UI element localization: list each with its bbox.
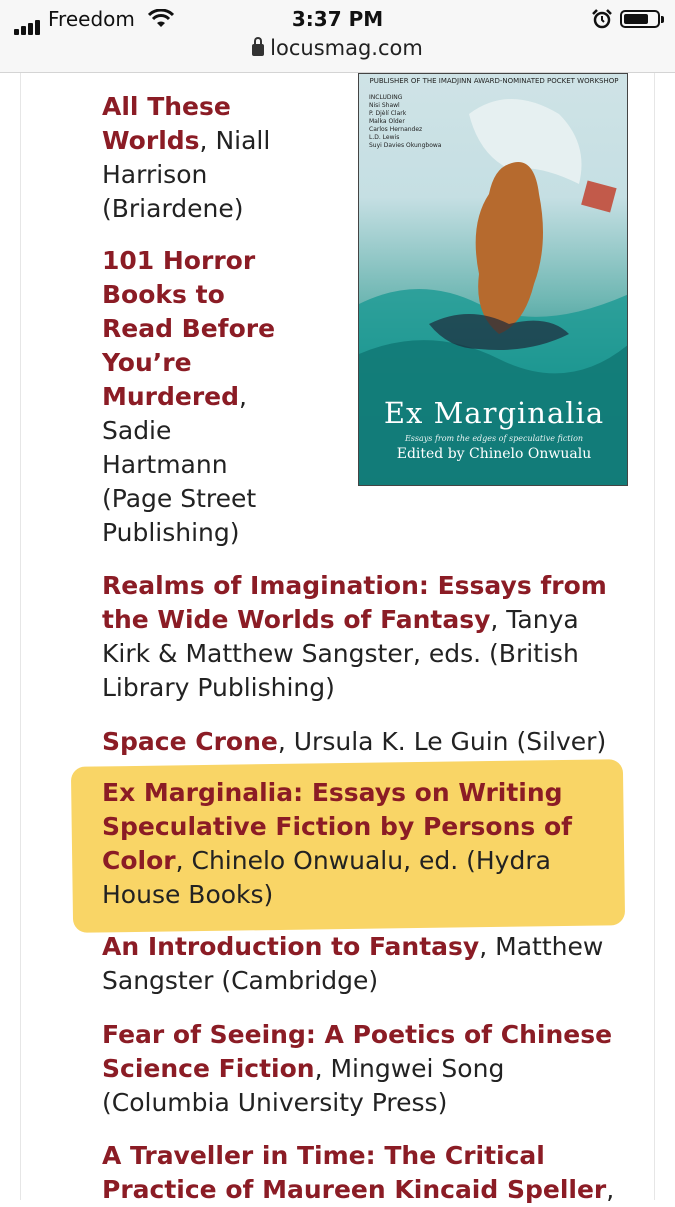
cover-publisher-line: PUBLISHER OF THE IMADJINN AWARD-NOMINATE… [369,77,619,85]
book-title-link[interactable]: 101 Horror Books to Read Before You’re M… [102,246,275,411]
cover-contributors: INCLUDING Nisi Shawl P. Djèlí Clark Malk… [369,94,442,149]
list-item: A Traveller in Time: The Critical Practi… [102,1141,615,1204]
book-title-link[interactable]: Space Crone [102,727,278,756]
page-content: PUBLISHER OF THE IMADJINN AWARD-NOMINATE… [0,73,675,1204]
url-text: locusmag.com [270,36,423,60]
list-item: An Introduction to Fantasy, Matthew Sang… [102,932,604,995]
alarm-icon [592,9,612,29]
cover-title: Ex Marginalia [383,396,605,430]
list-item: 101 Horror Books to Read Before You’re M… [102,246,276,547]
list-item: Realms of Imagination: Essays from the W… [102,571,607,702]
column-divider-left [20,73,21,1200]
list-item: All These Worlds, Niall Harrison (Briard… [102,92,271,223]
book-title-link[interactable]: A Traveller in Time: The Critical Practi… [102,1141,606,1204]
list-item: Fear of Seeing: A Poetics of Chinese Sci… [102,1020,613,1117]
clock-time: 3:37 PM [291,7,384,31]
book-cover-image[interactable]: PUBLISHER OF THE IMADJINN AWARD-NOMINATE… [358,73,628,486]
list-item-highlighted: Ex Marginalia: Essays on Writing Specula… [102,778,573,909]
lock-icon [252,37,265,56]
battery-icon [620,10,664,28]
address-bar[interactable]: locusmag.com [0,36,675,60]
column-divider-right [654,73,655,1200]
cover-editor: Edited by Chinelo Onwualu [396,446,592,462]
list-item: Space Crone, Ursula K. Le Guin (Silver) [102,727,607,756]
cover-subtitle: Essays from the edges of speculative fic… [404,434,584,443]
book-title-link[interactable]: An Introduction to Fantasy [102,932,479,961]
browser-status-bar: Freedom 3:37 PM locusmag.com [0,0,675,73]
